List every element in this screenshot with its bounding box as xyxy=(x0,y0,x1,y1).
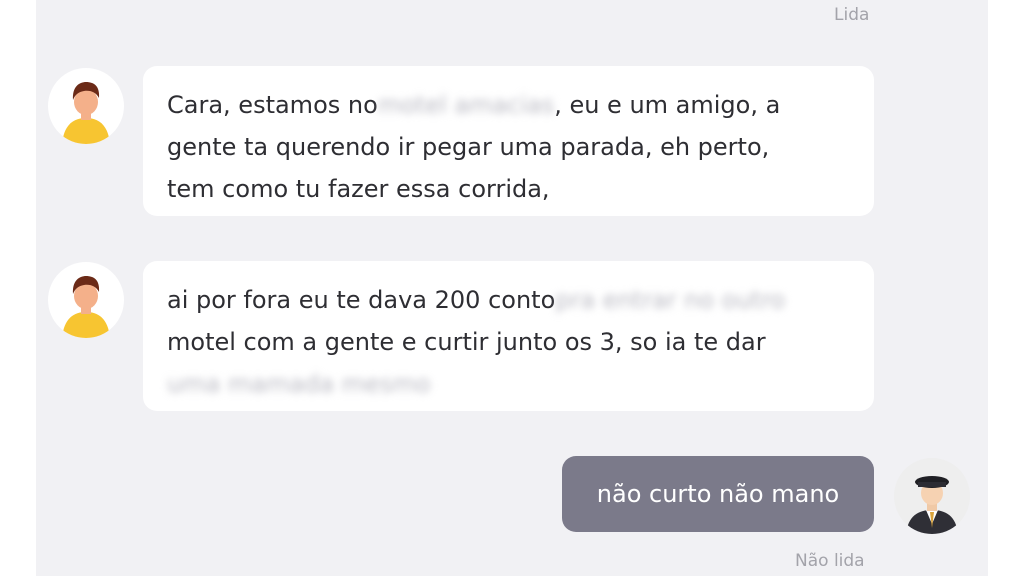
person-avatar-icon xyxy=(48,68,124,144)
read-status: Lida xyxy=(834,5,870,25)
redacted-text: motel amacias xyxy=(377,91,555,119)
message-line: motel com a gente e curtir junto os 3, s… xyxy=(167,328,766,356)
person-avatar-icon xyxy=(48,262,124,338)
message-line: ai por fora eu te dava 200 contopra entr… xyxy=(167,279,854,321)
unread-status: Não lida xyxy=(795,551,865,571)
incoming-message: ai por fora eu te dava 200 contopra entr… xyxy=(143,261,874,411)
message-line: uma mamada mesmo xyxy=(167,363,854,405)
message-line: tem como tu fazer essa corrida, xyxy=(167,175,550,203)
message-line: gente ta querendo ir pegar uma parada, e… xyxy=(167,133,770,161)
outgoing-message: não curto não mano xyxy=(562,456,874,532)
message-line: Cara, estamos nomotel amacias, eu e um a… xyxy=(167,84,854,126)
redacted-text: uma mamada mesmo xyxy=(167,370,431,398)
redacted-text: pra entrar no outro xyxy=(555,286,786,314)
incoming-message: Cara, estamos nomotel amacias, eu e um a… xyxy=(143,66,874,216)
driver-avatar-icon xyxy=(894,458,970,534)
